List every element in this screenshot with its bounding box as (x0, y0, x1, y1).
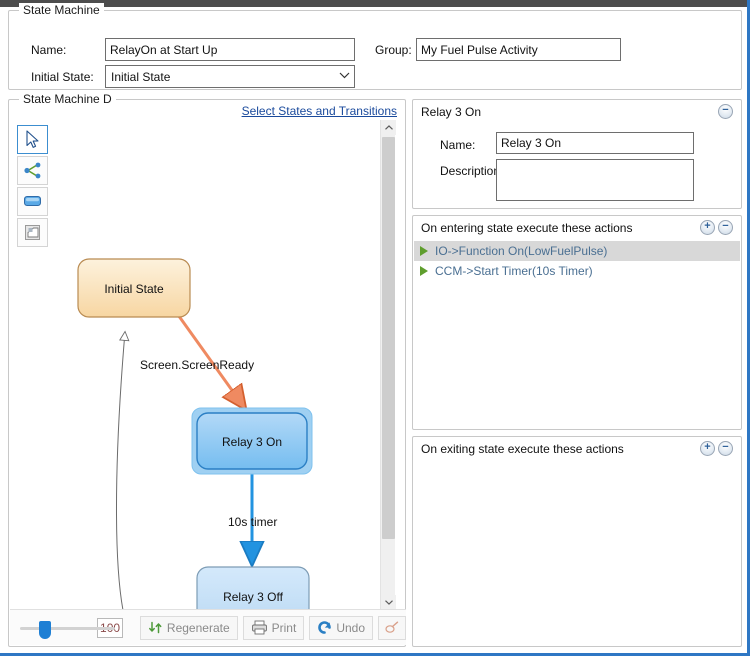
refresh-arrows-icon (148, 621, 162, 634)
play-triangle-icon (420, 266, 428, 276)
state-description-input[interactable] (496, 159, 694, 201)
undo-button[interactable]: Undo (309, 615, 373, 640)
scrollbar-down-arrow[interactable] (381, 595, 396, 610)
transition-label-10s-timer: 10s timer (228, 515, 277, 529)
rounded-box-icon (23, 196, 41, 206)
window-left-frame (0, 7, 3, 653)
printer-icon (251, 620, 267, 635)
state-node-relay-3-off[interactable]: Relay 3 Off (196, 566, 310, 610)
state-description-label: Description: (440, 164, 504, 178)
zoom-slider[interactable] (20, 618, 115, 639)
eraser-button[interactable] (378, 615, 406, 640)
transition-label-screen-screenready: Screen.ScreenReady (140, 358, 254, 372)
state-node-initial-state[interactable]: Initial State (77, 258, 191, 318)
zoom-slider-track (20, 626, 115, 630)
state-node-label: Relay 3 On (222, 435, 282, 449)
select-states-and-transitions-link[interactable]: Select States and Transitions (242, 104, 397, 118)
print-button[interactable]: Print (242, 615, 305, 640)
state-tool[interactable] (17, 187, 48, 216)
on-entering-add-button[interactable]: + (700, 220, 715, 235)
chevron-down-icon (334, 71, 354, 82)
action-label: IO->Function On(LowFuelPulse) (435, 244, 608, 258)
application-window: State Machine Name: Group: Initial State… (0, 0, 750, 656)
on-exiting-actions-header: On exiting state execute these actions (421, 442, 624, 456)
action-label: CCM->Start Timer(10s Timer) (435, 264, 593, 278)
state-node-label: Initial State (104, 282, 164, 296)
state-machine-diagram-groupbox: State Machine D Select States and Transi… (8, 92, 406, 647)
state-machine-groupbox: State Machine Name: Group: Initial State… (8, 3, 742, 90)
list-item[interactable]: IO->Function On(LowFuelPulse) (414, 241, 740, 261)
note-page-icon (25, 225, 40, 240)
zoom-slider-thumb[interactable] (39, 620, 51, 639)
on-entering-remove-button[interactable]: − (718, 220, 733, 235)
diagram-svg: Initial State Relay 3 On Relay 3 Off Scr… (77, 258, 313, 610)
state-name-label: Name: (440, 138, 476, 152)
regenerate-label: Regenerate (166, 620, 230, 635)
minus-circle-icon: − (722, 104, 729, 116)
state-node-relay-3-on[interactable]: Relay 3 On (196, 412, 308, 470)
name-label: Name: (31, 43, 67, 57)
scrollbar-thumb[interactable] (382, 137, 395, 539)
on-exiting-actions-list[interactable] (414, 462, 740, 645)
cursor-arrow-icon (26, 130, 39, 148)
on-entering-actions-list[interactable]: IO->Function On(LowFuelPulse) CCM->Start… (414, 241, 740, 428)
minus-circle-icon: − (722, 220, 729, 232)
state-detail-header: Relay 3 On (421, 105, 482, 119)
on-entering-actions-panel: On entering state execute these actions … (412, 215, 742, 430)
window-top-frame (0, 0, 750, 7)
diagram-group-title: State Machine D (19, 92, 116, 106)
diagram-tool-palette (17, 125, 48, 247)
diagram-canvas[interactable]: Initial State Relay 3 On Relay 3 Off Scr… (10, 120, 392, 610)
scrollbar-up-arrow[interactable] (381, 120, 396, 135)
diagram-vertical-scrollbar[interactable] (380, 120, 396, 610)
regenerate-button[interactable]: Regenerate (139, 615, 238, 640)
state-detail-collapse-button[interactable]: − (718, 104, 733, 119)
initial-state-combobox-value: Initial State (111, 69, 171, 84)
play-triangle-icon (420, 246, 428, 256)
plus-circle-icon: + (704, 441, 711, 453)
transition-tool[interactable] (17, 156, 48, 185)
diagram-bottom-toolbar: 100 Regenerate Print (10, 609, 406, 645)
undo-label: Undo (336, 620, 365, 635)
group-label: Group: (375, 43, 412, 57)
note-tool[interactable] (17, 218, 48, 247)
pointer-tool[interactable] (17, 125, 48, 154)
connector-node-icon (24, 162, 41, 179)
print-label: Print (271, 620, 297, 635)
on-exiting-remove-button[interactable]: − (718, 441, 733, 456)
initial-state-label: Initial State: (31, 70, 94, 84)
state-machine-group-input[interactable] (416, 38, 621, 61)
state-detail-panel: Relay 3 On − Name: Description: (412, 99, 742, 209)
plus-circle-icon: + (704, 220, 711, 232)
eraser-icon (385, 621, 399, 633)
on-entering-actions-header: On entering state execute these actions (421, 221, 633, 235)
state-machine-name-input[interactable] (105, 38, 355, 61)
initial-state-combobox[interactable]: Initial State (105, 65, 355, 88)
list-item[interactable]: CCM->Start Timer(10s Timer) (414, 261, 740, 281)
state-name-input[interactable] (496, 132, 694, 154)
state-machine-group-title: State Machine (19, 3, 104, 17)
on-exiting-add-button[interactable]: + (700, 441, 715, 456)
on-exiting-actions-panel: On exiting state execute these actions +… (412, 436, 742, 647)
undo-circle-icon (318, 621, 332, 634)
state-node-label: Relay 3 Off (223, 590, 283, 604)
minus-circle-icon: − (722, 441, 729, 453)
